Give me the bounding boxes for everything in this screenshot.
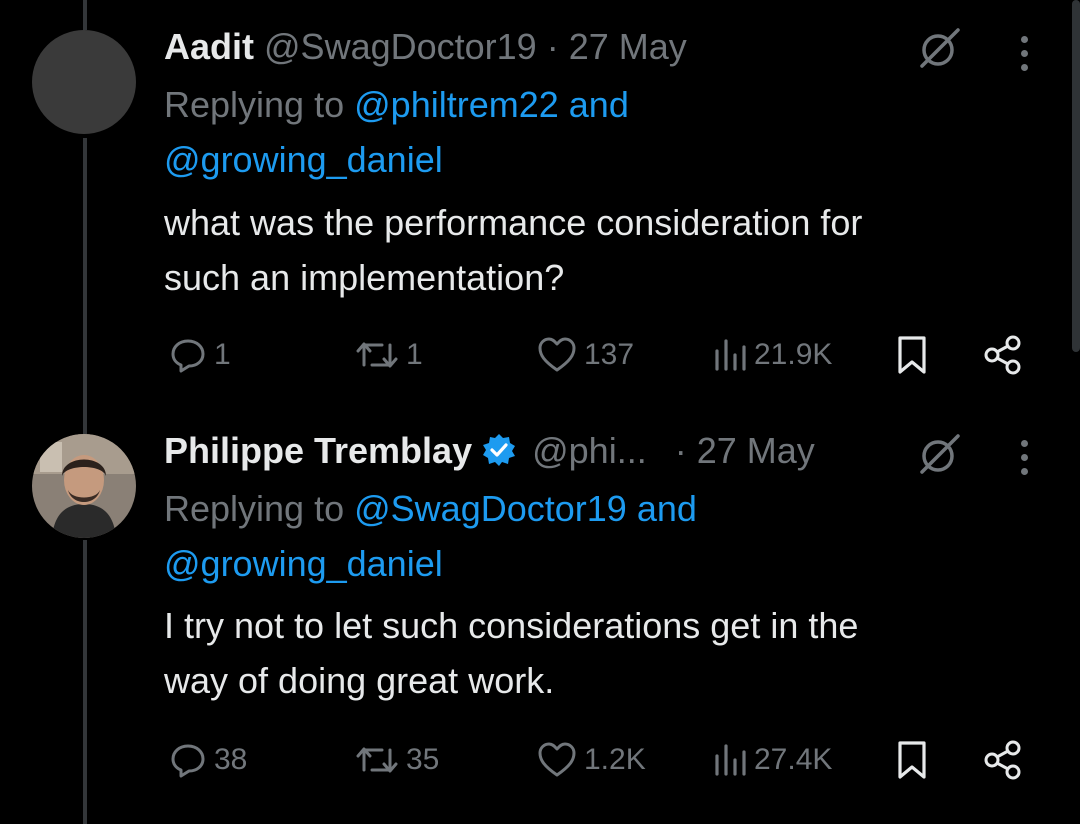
and-text: and <box>568 84 629 125</box>
share-icon <box>984 740 1021 780</box>
separator-dot: · <box>674 430 687 471</box>
repost-icon <box>356 342 398 368</box>
repost-count: 35 <box>406 743 440 776</box>
replying-to: Replying to @SwagDoctor19 and @growing_d… <box>164 481 1024 591</box>
tweet-header: Aadit @SwagDoctor19 · 27 May <box>164 22 687 72</box>
tweet-text: I try not to let such considerations get… <box>164 598 1044 708</box>
reply-button[interactable]: 1 <box>168 330 231 380</box>
tweet-philippe[interactable]: Philippe Tremblay @phi... · 27 May Reply… <box>0 410 1080 824</box>
share-button[interactable] <box>982 735 1024 785</box>
tweet-text-line: what was the performance consideration f… <box>164 202 863 243</box>
tweet-actions: 38 35 1.2K 27.4K <box>0 735 1080 785</box>
author-name[interactable]: Aadit <box>164 26 254 67</box>
like-count: 1.2K <box>584 743 646 776</box>
mention-link[interactable]: @growing_daniel <box>164 139 443 180</box>
separator-dot: · <box>546 26 559 67</box>
bookmark-button[interactable] <box>894 330 930 380</box>
like-icon <box>538 337 576 372</box>
tweet-date[interactable]: 27 May <box>697 430 815 471</box>
avatar-philippe[interactable] <box>32 434 136 538</box>
like-button[interactable]: 137 <box>536 330 634 380</box>
views-icon <box>715 339 746 371</box>
mention-link[interactable]: @growing_daniel <box>164 543 443 584</box>
more-icon[interactable] <box>1021 440 1031 482</box>
tweet-header: Philippe Tremblay @phi... · 27 May <box>164 426 815 476</box>
like-icon <box>538 742 576 777</box>
reply-count: 38 <box>214 743 248 776</box>
tweet-text-line: such an implementation? <box>164 257 565 298</box>
repost-count: 1 <box>406 338 423 371</box>
views-button[interactable]: 27.4K <box>712 735 832 785</box>
reply-button[interactable]: 38 <box>168 735 247 785</box>
author-handle[interactable]: @SwagDoctor19 <box>264 26 537 67</box>
views-button[interactable]: 21.9K <box>712 330 832 380</box>
mention-link[interactable]: @philtrem22 <box>354 84 559 125</box>
reply-count: 1 <box>214 338 231 371</box>
tweet-date[interactable]: 27 May <box>569 26 687 67</box>
reply-icon <box>171 339 205 373</box>
tweet-aadit[interactable]: Aadit @SwagDoctor19 · 27 May Replying to… <box>0 0 1080 410</box>
repost-button[interactable]: 35 <box>354 735 439 785</box>
tweet-text: what was the performance consideration f… <box>164 195 1044 305</box>
more-icon[interactable] <box>1021 36 1031 78</box>
mention-link[interactable]: @SwagDoctor19 <box>354 488 627 529</box>
views-count: 27.4K <box>754 743 833 776</box>
share-button[interactable] <box>982 330 1024 380</box>
share-icon <box>984 335 1021 375</box>
and-text: and <box>636 488 697 529</box>
author-name[interactable]: Philippe Tremblay <box>164 430 472 471</box>
bookmark-icon <box>898 741 926 779</box>
replying-prefix: Replying to <box>164 84 345 125</box>
like-count: 137 <box>584 338 635 371</box>
repost-button[interactable]: 1 <box>354 330 423 380</box>
views-icon <box>715 744 746 776</box>
replying-to: Replying to @philtrem22 and @growing_dan… <box>164 77 1024 187</box>
repost-icon <box>356 747 398 773</box>
tweet-text-line: I try not to let such considerations get… <box>164 605 859 646</box>
tweet-actions: 1 1 137 21.9K <box>0 330 1080 380</box>
reply-icon <box>171 744 205 778</box>
verified-icon <box>483 434 516 467</box>
avatar-photo <box>32 434 136 538</box>
grok-icon[interactable] <box>916 24 964 77</box>
replying-prefix: Replying to <box>164 488 345 529</box>
author-handle[interactable]: @phi... <box>532 430 647 471</box>
avatar-aadit[interactable] <box>32 30 136 134</box>
like-button[interactable]: 1.2K <box>536 735 646 785</box>
tweet-text-line: way of doing great work. <box>164 660 555 701</box>
grok-icon[interactable] <box>916 430 964 483</box>
bookmark-icon <box>898 336 926 374</box>
views-count: 21.9K <box>754 338 833 371</box>
bookmark-button[interactable] <box>894 735 930 785</box>
